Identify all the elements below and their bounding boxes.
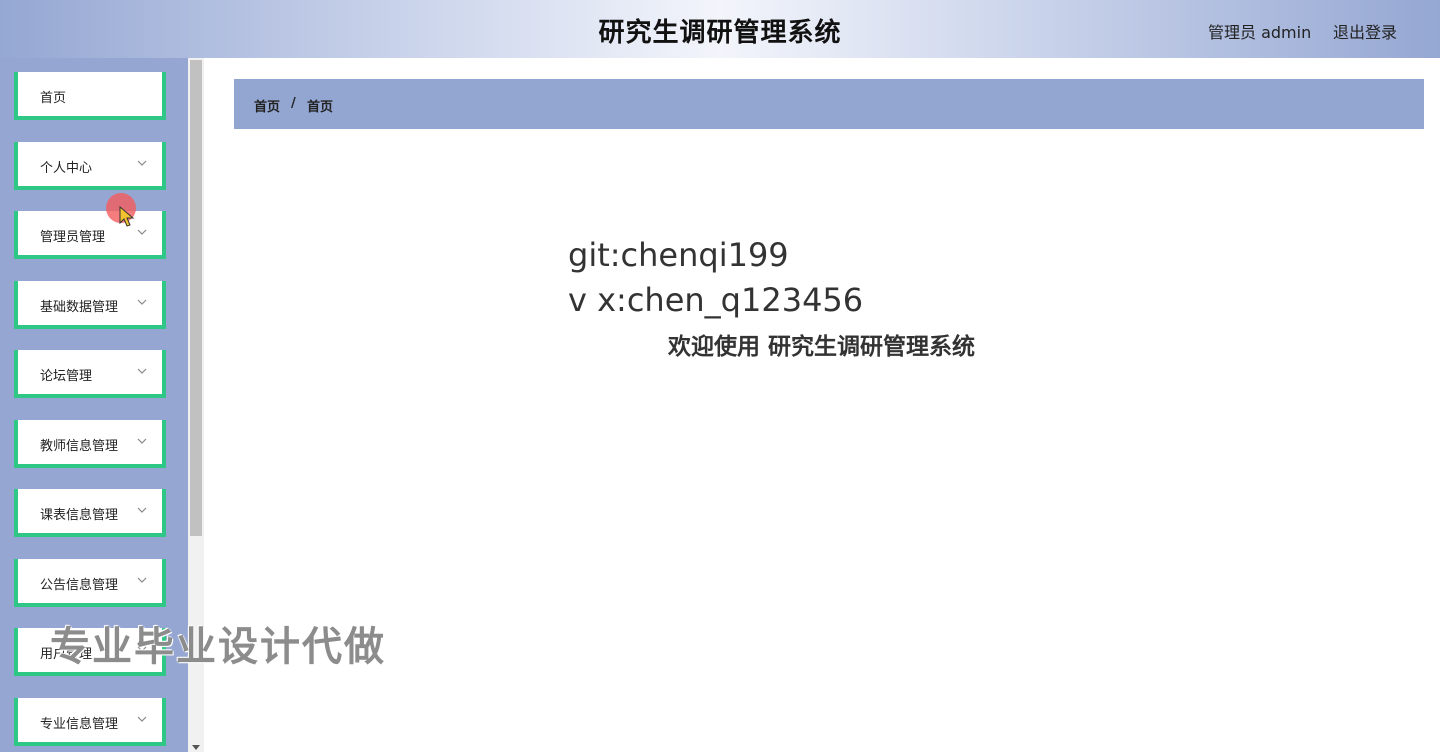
scroll-down-arrow-icon[interactable] bbox=[192, 745, 200, 750]
sidebar-item-notice-info-management[interactable]: 公告信息管理 bbox=[14, 559, 166, 607]
sidebar-item-personal-center[interactable]: 个人中心 bbox=[14, 142, 166, 190]
current-user-label: 管理员 admin bbox=[1208, 23, 1312, 42]
top-header: 研究生调研管理系统 管理员 admin 退出登录 bbox=[0, 0, 1440, 58]
logout-link[interactable]: 退出登录 bbox=[1333, 19, 1397, 43]
sidebar-item-home[interactable]: 首页 bbox=[14, 72, 166, 120]
sidebar-item-forum-management[interactable]: 论坛管理 bbox=[14, 350, 166, 398]
mouse-cursor-icon bbox=[119, 206, 135, 227]
chevron-down-icon bbox=[137, 299, 147, 305]
git-contact-text: git:chenqi199 bbox=[568, 236, 789, 274]
sidebar-item-label: 管理员管理 bbox=[40, 230, 106, 245]
sidebar-item-label: 个人中心 bbox=[40, 161, 93, 176]
sidebar-item-teacher-info-management[interactable]: 教师信息管理 bbox=[14, 420, 166, 468]
chevron-down-icon bbox=[137, 438, 147, 444]
breadcrumb-item-current: 首页 bbox=[307, 100, 334, 115]
sidebar-item-label: 基础数据管理 bbox=[40, 300, 119, 315]
breadcrumb-separator: / bbox=[291, 96, 296, 111]
chevron-down-icon bbox=[137, 160, 147, 166]
chevron-down-icon bbox=[137, 368, 147, 374]
welcome-message: 欢迎使用 研究生调研管理系统 bbox=[668, 334, 976, 360]
sidebar-item-label: 教师信息管理 bbox=[40, 439, 119, 454]
breadcrumb: 首页 / 首页 bbox=[234, 79, 1424, 129]
sidebar-item-label: 课表信息管理 bbox=[40, 508, 119, 523]
scrollbar-thumb[interactable] bbox=[190, 60, 202, 536]
sidebar-item-label: 专业信息管理 bbox=[40, 717, 119, 732]
chevron-down-icon bbox=[137, 229, 147, 235]
chevron-down-icon bbox=[137, 577, 147, 583]
sidebar-item-admin-management[interactable]: 管理员管理 bbox=[14, 211, 166, 259]
sidebar-item-label: 论坛管理 bbox=[40, 369, 93, 384]
sidebar-item-schedule-info-management[interactable]: 课表信息管理 bbox=[14, 489, 166, 537]
wechat-contact-text: v x:chen_q123456 bbox=[568, 281, 864, 319]
sidebar-item-label: 首页 bbox=[40, 91, 67, 106]
breadcrumb-item-home[interactable]: 首页 bbox=[254, 96, 280, 115]
chevron-down-icon bbox=[137, 507, 147, 513]
watermark-overlay: 专业毕业设计代做 bbox=[50, 624, 386, 670]
sidebar-item-major-info-management[interactable]: 专业信息管理 bbox=[14, 698, 166, 746]
chevron-down-icon bbox=[137, 716, 147, 722]
sidebar-item-basic-data-management[interactable]: 基础数据管理 bbox=[14, 281, 166, 329]
sidebar-item-label: 公告信息管理 bbox=[40, 578, 119, 593]
